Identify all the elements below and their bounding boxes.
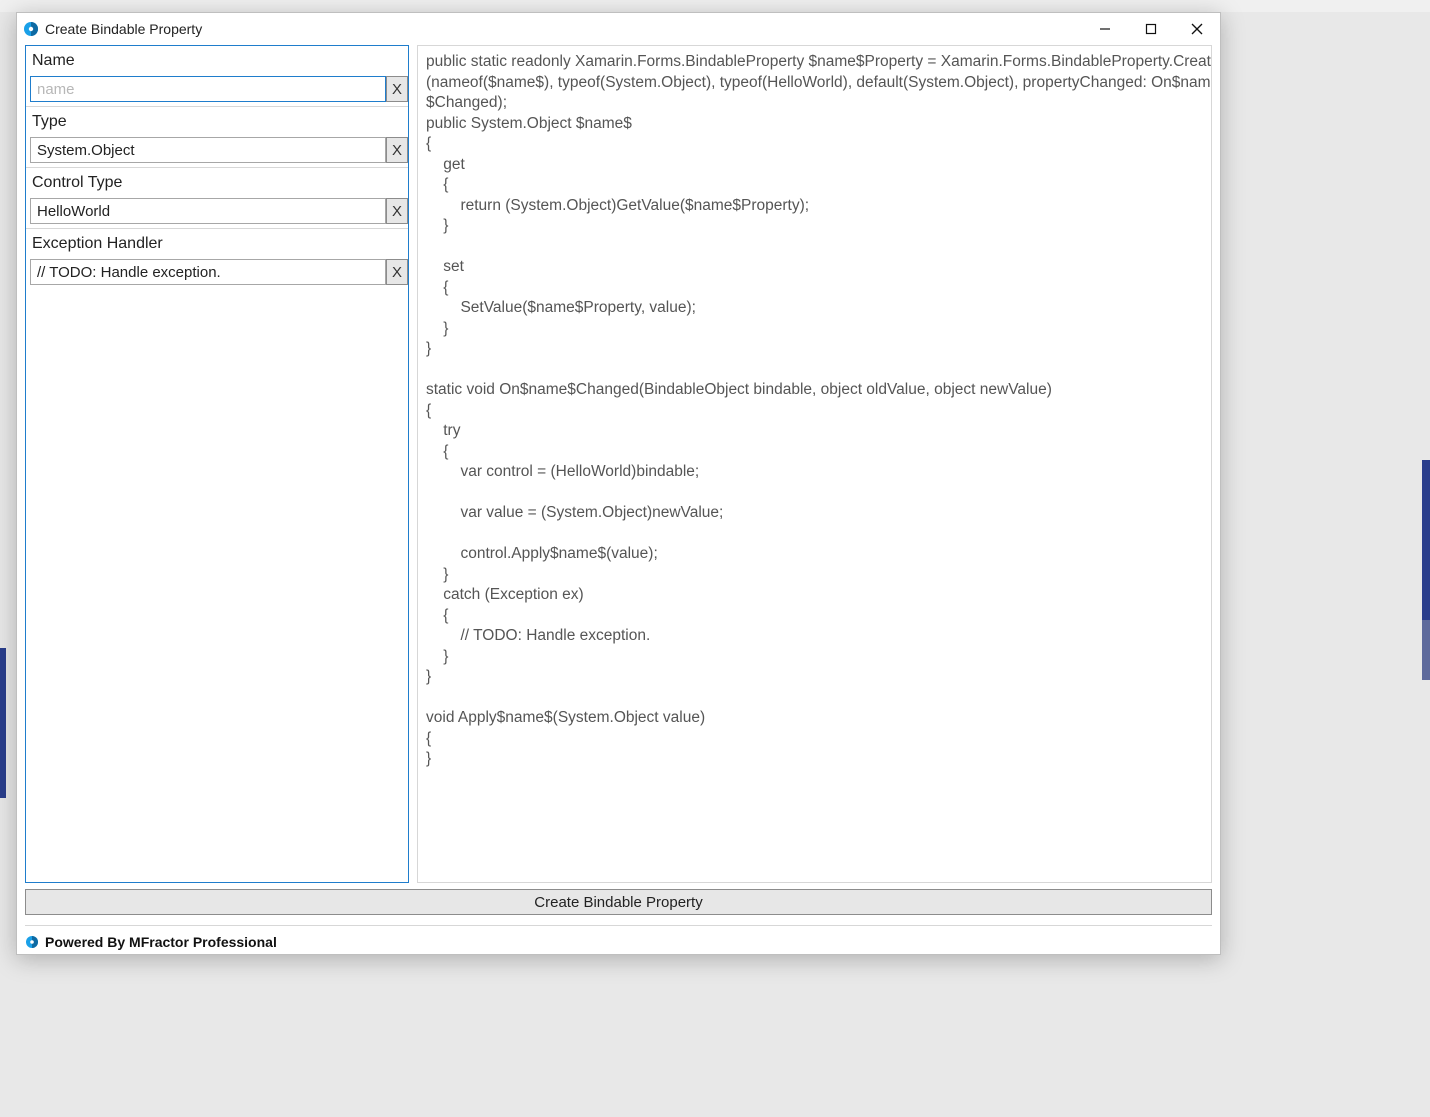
exception-handler-field-block: Exception Handler X: [26, 229, 408, 289]
create-bindable-property-button[interactable]: Create Bindable Property: [25, 889, 1212, 915]
background-decor: [0, 648, 6, 798]
type-input[interactable]: [30, 137, 386, 163]
form-panel: Name X Type X Control Type: [25, 45, 409, 883]
code-preview: public static readonly Xamarin.Forms.Bin…: [426, 52, 1203, 770]
background-decor: [1422, 620, 1430, 680]
window-title: Create Bindable Property: [45, 21, 1082, 37]
exception-handler-input[interactable]: [30, 259, 386, 285]
code-preview-panel: public static readonly Xamarin.Forms.Bin…: [417, 45, 1212, 883]
type-field-block: Type X: [26, 107, 408, 168]
minimize-button[interactable]: [1082, 13, 1128, 45]
action-row: Create Bindable Property: [25, 889, 1212, 915]
footer-text: Powered By MFractor Professional: [45, 934, 277, 950]
name-clear-button[interactable]: X: [386, 76, 408, 102]
name-field-block: Name X: [26, 46, 408, 107]
type-label: Type: [26, 107, 408, 137]
panels-row: Name X Type X Control Type: [25, 45, 1212, 883]
window-controls: [1082, 13, 1220, 45]
mfractor-icon: [25, 935, 39, 949]
titlebar[interactable]: Create Bindable Property: [17, 13, 1220, 45]
background-decor: [1422, 460, 1430, 620]
control-type-clear-button[interactable]: X: [386, 198, 408, 224]
control-type-label: Control Type: [26, 168, 408, 198]
dialog-body: Name X Type X Control Type: [17, 45, 1220, 954]
dialog-window: Create Bindable Property Name X: [16, 12, 1221, 955]
exception-handler-clear-button[interactable]: X: [386, 259, 408, 285]
maximize-button[interactable]: [1128, 13, 1174, 45]
footer: Powered By MFractor Professional: [25, 925, 1212, 950]
name-label: Name: [26, 46, 408, 76]
close-button[interactable]: [1174, 13, 1220, 45]
exception-handler-label: Exception Handler: [26, 229, 408, 259]
control-type-input[interactable]: [30, 198, 386, 224]
type-clear-button[interactable]: X: [386, 137, 408, 163]
name-input[interactable]: [30, 76, 386, 102]
background-decor: [0, 0, 1430, 12]
control-type-field-block: Control Type X: [26, 168, 408, 229]
app-icon: [23, 21, 39, 37]
